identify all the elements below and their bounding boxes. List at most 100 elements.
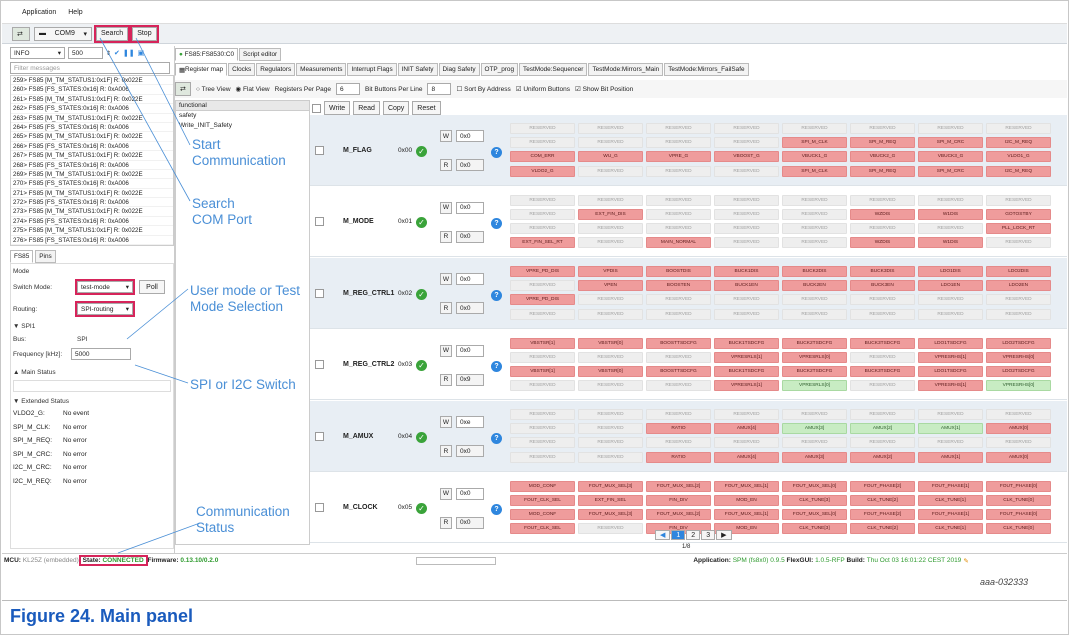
menu-help[interactable]: Help bbox=[68, 9, 82, 16]
write-value-input[interactable]: 0xe bbox=[456, 416, 484, 428]
save-icon[interactable]: ▣ bbox=[138, 49, 145, 57]
bit-button[interactable]: VPDIS bbox=[578, 266, 643, 277]
tab-script-editor[interactable]: Script editor bbox=[239, 48, 282, 61]
bit-button[interactable]: VPRESRHS[1] bbox=[918, 380, 983, 392]
bit-button[interactable]: RATIO bbox=[646, 451, 711, 463]
bit-button[interactable]: RESERVED bbox=[714, 165, 779, 177]
bit-button[interactable]: FOUT_PHASE[0] bbox=[986, 480, 1051, 492]
uniform-checkbox[interactable]: ☑ Uniform Buttons bbox=[516, 85, 570, 93]
bit-button[interactable]: WU_G bbox=[578, 151, 643, 163]
bit-button[interactable]: RESERVED bbox=[510, 451, 575, 463]
bit-button[interactable]: RESERVED bbox=[782, 294, 847, 306]
bit-button[interactable]: FOUT_MUX_SEL[0] bbox=[782, 480, 847, 492]
bit-button[interactable]: SPI_M_CRC bbox=[918, 137, 983, 149]
bit-button[interactable]: RESERVED bbox=[646, 165, 711, 177]
bit-button[interactable]: AMUX[1] bbox=[918, 451, 983, 463]
bit-button[interactable]: RESERVED bbox=[578, 308, 643, 320]
bit-button[interactable]: FOUT_MUX_SEL[3] bbox=[578, 480, 643, 492]
bit-button[interactable]: CLK_TUNE[3] bbox=[782, 494, 847, 506]
bit-button[interactable]: VPRE_G bbox=[646, 151, 711, 163]
tab-regulators[interactable]: Regulators bbox=[256, 63, 296, 76]
read-button[interactable]: Read bbox=[353, 101, 380, 115]
bit-button[interactable]: RESERVED bbox=[850, 437, 915, 449]
read-value-button[interactable]: R bbox=[440, 302, 452, 314]
bit-button[interactable]: RESERVED bbox=[850, 351, 915, 363]
bit-button[interactable]: AMUX[4] bbox=[714, 423, 779, 435]
bit-button[interactable]: VPRESRHS[1] bbox=[918, 351, 983, 363]
tab-register-map[interactable]: ▦ Register map bbox=[175, 63, 228, 76]
bit-button[interactable]: BOOSTTSDCFG bbox=[646, 365, 711, 377]
bit-button[interactable]: VPEN bbox=[578, 280, 643, 292]
tab-testmode-sequencer[interactable]: TestMode:Sequencer bbox=[519, 63, 588, 76]
poll-button[interactable]: Poll bbox=[139, 280, 165, 294]
bit-button[interactable]: RESERVED bbox=[646, 208, 711, 220]
bit-button[interactable]: RESERVED bbox=[646, 308, 711, 320]
tab-pins[interactable]: Pins bbox=[35, 250, 56, 263]
flat-view-radio[interactable]: ◉ Flat View bbox=[236, 85, 270, 93]
bit-button[interactable]: VBUCK1_G bbox=[782, 151, 847, 163]
bit-button[interactable]: VBSTSR[0] bbox=[578, 365, 643, 377]
bit-button[interactable]: BUCK3DIS bbox=[850, 266, 915, 277]
registers-per-page-input[interactable]: 6 bbox=[336, 83, 361, 95]
bit-button[interactable]: RESERVED bbox=[510, 351, 575, 363]
refresh-icon[interactable]: ⇄ bbox=[175, 82, 191, 96]
register-checkbox[interactable] bbox=[315, 145, 324, 155]
bit-button[interactable]: RESERVED bbox=[850, 409, 915, 420]
bit-button[interactable]: RESERVED bbox=[850, 222, 915, 234]
bit-button[interactable]: AMUX[1] bbox=[918, 423, 983, 435]
bit-button[interactable]: SPI_M_CLK bbox=[782, 165, 847, 177]
bit-button[interactable]: SPI_M_CRC bbox=[918, 165, 983, 177]
tree-view-radio[interactable]: ○ Tree View bbox=[196, 86, 231, 93]
tab-testmode-mirrors-failsafe[interactable]: TestMode:Mirrors_FailSafe bbox=[664, 63, 749, 76]
bit-button[interactable]: VPRESRLS[0] bbox=[782, 351, 847, 363]
bit-button[interactable]: RESERVED bbox=[578, 194, 643, 206]
bit-button[interactable]: BUCK1DIS bbox=[714, 266, 779, 277]
tree-item[interactable]: functional bbox=[176, 101, 309, 111]
bit-button[interactable]: FOUT_MUX_SEL[3] bbox=[578, 508, 643, 520]
export-icon[interactable]: ✎ bbox=[963, 557, 968, 565]
bit-button[interactable]: RESERVED bbox=[510, 137, 575, 149]
tab-clocks[interactable]: Clocks bbox=[228, 63, 256, 76]
tab-init-safety[interactable]: INIT Safety bbox=[397, 63, 438, 76]
sort-checkbox[interactable]: ☐ Sort By Address bbox=[456, 85, 510, 93]
bit-button[interactable]: AMUX[3] bbox=[782, 423, 847, 435]
write-value-input[interactable]: 0x0 bbox=[456, 201, 484, 214]
bit-button[interactable]: VBSTSR[0] bbox=[578, 337, 643, 349]
tree-item[interactable]: safety bbox=[176, 111, 309, 121]
bit-button[interactable]: RESERVED bbox=[918, 222, 983, 234]
bit-button[interactable]: VBUCK2_G bbox=[850, 151, 915, 163]
pager-page-button[interactable]: 3 bbox=[701, 530, 716, 540]
write-value-input[interactable]: 0x0 bbox=[456, 487, 484, 500]
bit-button[interactable]: RESERVED bbox=[714, 409, 779, 420]
bit-button[interactable]: RESERVED bbox=[510, 123, 575, 134]
bit-button[interactable]: RESERVED bbox=[918, 437, 983, 449]
bit-button[interactable]: RESERVED bbox=[578, 137, 643, 149]
bit-button[interactable]: RESERVED bbox=[986, 409, 1051, 420]
bit-button[interactable]: RESERVED bbox=[714, 208, 779, 220]
bit-button[interactable]: FOUT_CLK_SEL bbox=[510, 494, 575, 506]
bit-button[interactable]: RESERVED bbox=[578, 451, 643, 463]
register-checkbox[interactable] bbox=[315, 503, 324, 513]
bit-button[interactable]: AMUX[2] bbox=[850, 451, 915, 463]
bit-button[interactable]: RESERVED bbox=[510, 222, 575, 234]
bit-button[interactable]: CLK_TUNE[2] bbox=[850, 523, 915, 535]
bit-button[interactable]: BUCK2TSDCFG bbox=[782, 337, 847, 349]
bit-button[interactable]: WZDIS bbox=[850, 237, 915, 249]
bit-button[interactable]: FOUT_MUX_SEL[2] bbox=[646, 508, 711, 520]
bit-button[interactable]: FOUT_PHASE[1] bbox=[918, 508, 983, 520]
bit-button[interactable]: SPI_M_REQ bbox=[850, 137, 915, 149]
bit-button[interactable]: BUCK3TSDCFG bbox=[850, 365, 915, 377]
pager-page-button[interactable]: 1 bbox=[671, 530, 686, 540]
bit-button[interactable]: RESERVED bbox=[578, 423, 643, 435]
bit-button[interactable]: RESERVED bbox=[510, 194, 575, 206]
bit-button[interactable]: RESERVED bbox=[918, 194, 983, 206]
write-button[interactable]: Write bbox=[324, 101, 351, 115]
bit-button[interactable]: CLK_TUNE[3] bbox=[782, 523, 847, 535]
bit-button[interactable]: RESERVED bbox=[510, 437, 575, 449]
select-all-checkbox[interactable] bbox=[312, 103, 321, 113]
bit-button[interactable]: RESERVED bbox=[850, 294, 915, 306]
tab-fs85[interactable]: FS85 bbox=[10, 250, 34, 263]
bit-button[interactable]: RESERVED bbox=[986, 237, 1051, 249]
help-icon[interactable]: ? bbox=[491, 146, 502, 158]
bit-button[interactable]: VLDO1_G bbox=[986, 151, 1051, 163]
